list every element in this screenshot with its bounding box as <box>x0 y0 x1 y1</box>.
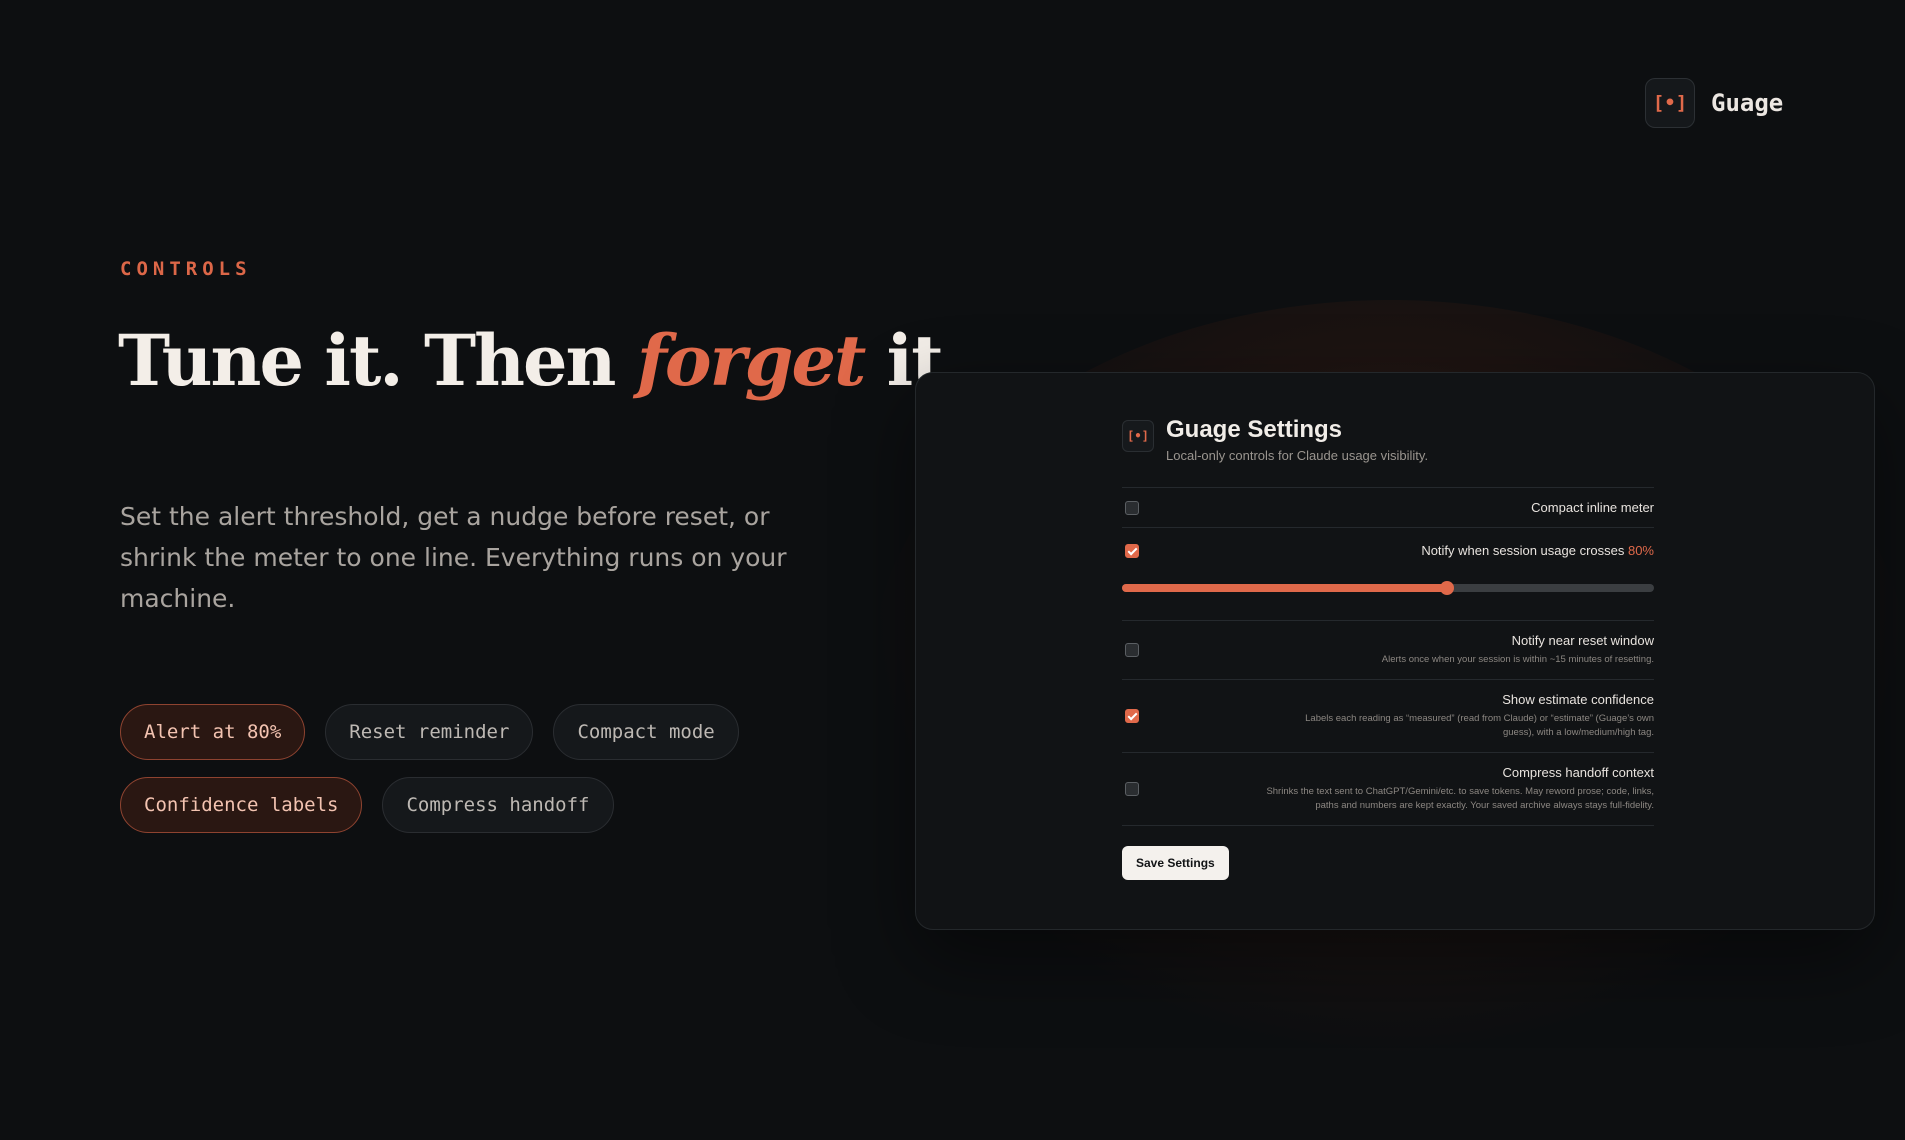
settings-header: [•] Guage Settings Local-only controls f… <box>1122 415 1654 488</box>
confidence-label: Show estimate confidence <box>1502 692 1654 707</box>
page-title: Tune it. Then forget it. <box>118 319 966 402</box>
settings-title: Guage Settings <box>1166 416 1343 443</box>
chip-alert[interactable]: Alert at 80% <box>120 704 306 760</box>
confidence-checkbox[interactable] <box>1125 709 1139 723</box>
settings-logo-icon: [•] <box>1122 420 1154 452</box>
compress-description: Shrinks the text sent to ChatGPT/Gemini/… <box>1266 786 1654 811</box>
brand-name: Guage <box>1711 89 1784 117</box>
bracket-dot-icon: [•] <box>1645 78 1695 128</box>
chip-confidence-labels[interactable]: Confidence labels <box>120 777 363 833</box>
chip-compress-handoff[interactable]: Compress handoff <box>382 777 614 833</box>
reset-description: Alerts once when your session is within … <box>1381 654 1654 665</box>
feature-chips: Alert at 80% Reset reminder Compact mode… <box>120 704 780 833</box>
setting-notify-row: Notify when session usage crosses 80% <box>1122 528 1654 621</box>
threshold-slider-fill <box>1122 584 1447 592</box>
setting-confidence-row: Show estimate confidence Labels each rea… <box>1122 680 1654 753</box>
settings-panel: [•] Guage Settings Local-only controls f… <box>915 372 1875 930</box>
section-eyebrow: CONTROLS <box>120 258 252 280</box>
compact-checkbox[interactable] <box>1125 500 1139 515</box>
notify-label: Notify when session usage crosses <box>1421 543 1628 558</box>
chip-compact-mode[interactable]: Compact mode <box>553 704 739 760</box>
reset-checkbox[interactable] <box>1125 643 1139 657</box>
headline-start: Tune it. Then <box>118 319 637 402</box>
setting-compress-row: Compress handoff context Shrinks the tex… <box>1122 753 1654 826</box>
threshold-slider-thumb[interactable] <box>1439 581 1454 595</box>
compress-label: Compress handoff context <box>1502 765 1654 780</box>
notify-threshold-value: 80% <box>1627 543 1654 558</box>
threshold-slider[interactable] <box>1122 581 1654 595</box>
reset-label: Notify near reset window <box>1511 633 1654 648</box>
brand[interactable]: [•] Guage <box>1645 78 1783 128</box>
chip-reset-reminder[interactable]: Reset reminder <box>325 704 534 760</box>
compact-label: Compact inline meter <box>1531 500 1654 515</box>
headline-accent: forget <box>636 319 866 402</box>
setting-reset-row: Notify near reset window Alerts once whe… <box>1122 621 1654 680</box>
settings-form: [•] Guage Settings Local-only controls f… <box>1122 415 1654 880</box>
notify-checkbox[interactable] <box>1125 544 1139 558</box>
settings-subtitle: Local-only controls for Claude usage vis… <box>1166 448 1429 463</box>
confidence-description: Labels each reading as “measured” (read … <box>1305 713 1654 738</box>
compress-checkbox[interactable] <box>1125 782 1139 796</box>
setting-compact-row: Compact inline meter <box>1122 488 1654 528</box>
lede-paragraph: Set the alert threshold, get a nudge bef… <box>120 502 787 613</box>
save-settings-button[interactable]: Save Settings <box>1122 846 1229 880</box>
